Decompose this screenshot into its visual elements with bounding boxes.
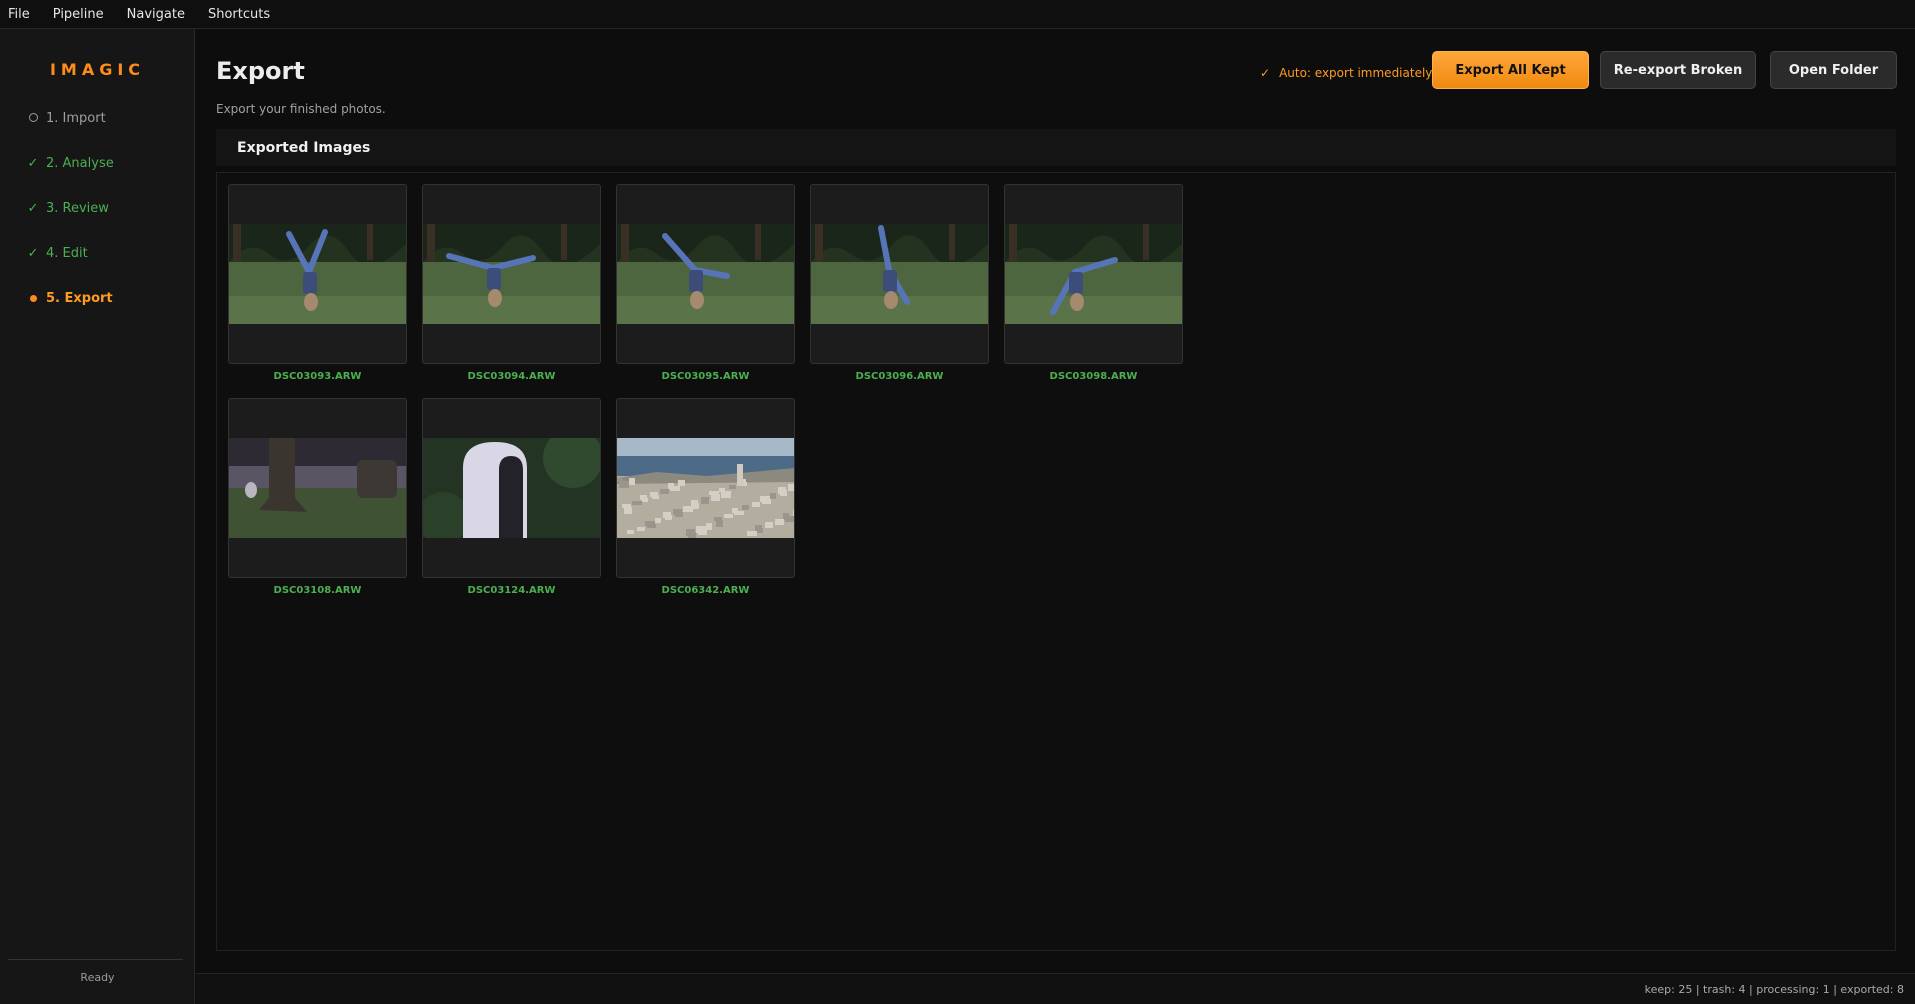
open-folder-button[interactable]: Open Folder	[1770, 51, 1897, 89]
image-tile[interactable]: DSC03093.ARW	[228, 184, 407, 382]
menu-file[interactable]: File	[8, 7, 30, 22]
image-tile[interactable]: DSC03094.ARW	[422, 184, 601, 382]
thumbnail-card[interactable]	[228, 398, 407, 578]
thumbnail-image	[617, 438, 794, 538]
file-name: DSC03094.ARW	[467, 371, 556, 382]
thumbnail-image	[229, 438, 406, 538]
thumbnail-image	[423, 438, 600, 538]
menu-shortcuts[interactable]: Shortcuts	[208, 7, 270, 22]
thumbnail-card[interactable]	[810, 184, 989, 364]
thumbnail-image	[811, 224, 988, 324]
export-all-kept-button[interactable]: Export All Kept	[1432, 51, 1589, 89]
image-tile[interactable]: DSC03098.ARW	[1004, 184, 1183, 382]
menu-bar: File Pipeline Navigate Shortcuts	[0, 0, 1915, 29]
step-label: 3. Review	[46, 200, 109, 216]
auto-export-label: Auto: export immediately	[1279, 66, 1433, 80]
image-tile[interactable]: DSC03108.ARW	[228, 398, 407, 596]
app-logo: IMAGIC	[49, 60, 146, 79]
status-text: Ready	[80, 971, 115, 984]
image-tile[interactable]: DSC03095.ARW	[616, 184, 795, 382]
page-subtitle: Export your finished photos.	[216, 102, 386, 116]
section-header: Exported Images	[216, 129, 1896, 166]
file-name: DSC03108.ARW	[273, 585, 362, 596]
file-name: DSC03098.ARW	[1049, 371, 1138, 382]
step-label: 1. Import	[46, 110, 106, 126]
page-title: Export	[216, 57, 305, 85]
dot-icon	[24, 291, 42, 306]
file-name: DSC03093.ARW	[273, 371, 362, 382]
step-export[interactable]: 5. Export	[24, 288, 113, 308]
file-name: DSC03095.ARW	[661, 371, 750, 382]
thumbnail-card[interactable]	[1004, 184, 1183, 364]
file-name: DSC06342.ARW	[661, 585, 750, 596]
step-label: 5. Export	[46, 290, 113, 306]
file-name: DSC03096.ARW	[855, 371, 944, 382]
check-icon: ✓	[27, 200, 39, 216]
status-bar: keep: 25 | trash: 4 | processing: 1 | ex…	[196, 973, 1915, 1004]
thumbnail-image	[617, 224, 794, 324]
sidebar-divider	[8, 959, 183, 960]
image-tile[interactable]: DSC06342.ARW	[616, 398, 795, 596]
check-icon: ✓	[27, 155, 39, 171]
thumbnail-card[interactable]	[422, 398, 601, 578]
step-import[interactable]: 1. Import	[24, 108, 106, 128]
step-review[interactable]: ✓ 3. Review	[24, 198, 109, 218]
step-edit[interactable]: ✓ 4. Edit	[24, 243, 88, 263]
check-icon: ✓	[1260, 66, 1271, 80]
file-name: DSC03124.ARW	[467, 585, 556, 596]
auto-export-toggle[interactable]: ✓ Auto: export immediately	[1260, 61, 1432, 85]
main-panel: Export Export your finished photos. ✓ Au…	[196, 29, 1915, 973]
check-icon: ✓	[27, 245, 39, 261]
image-tile[interactable]: DSC03124.ARW	[422, 398, 601, 596]
thumbnail-card[interactable]	[422, 184, 601, 364]
step-label: 4. Edit	[46, 245, 88, 261]
menu-pipeline[interactable]: Pipeline	[53, 7, 104, 22]
thumbnail-image	[229, 224, 406, 324]
stats-text: keep: 25 | trash: 4 | processing: 1 | ex…	[1644, 983, 1904, 996]
image-grid: DSC03093.ARW DSC03094.ARW DSC03095.ARW DSC0…	[216, 172, 1896, 951]
image-tile[interactable]: DSC03096.ARW	[810, 184, 989, 382]
sidebar: IMAGIC 1. Import ✓ 2. Analyse ✓ 3. Revie…	[0, 29, 195, 1004]
thumbnail-image	[423, 224, 600, 324]
step-analyse[interactable]: ✓ 2. Analyse	[24, 153, 114, 173]
thumbnail-card[interactable]	[616, 184, 795, 364]
thumbnail-card[interactable]	[616, 398, 795, 578]
thumbnail-image	[1005, 224, 1182, 324]
thumbnail-card[interactable]	[228, 184, 407, 364]
reexport-broken-button[interactable]: Re-export Broken	[1600, 51, 1756, 89]
menu-navigate[interactable]: Navigate	[127, 7, 185, 22]
step-label: 2. Analyse	[46, 155, 114, 171]
circle-icon	[24, 111, 42, 126]
